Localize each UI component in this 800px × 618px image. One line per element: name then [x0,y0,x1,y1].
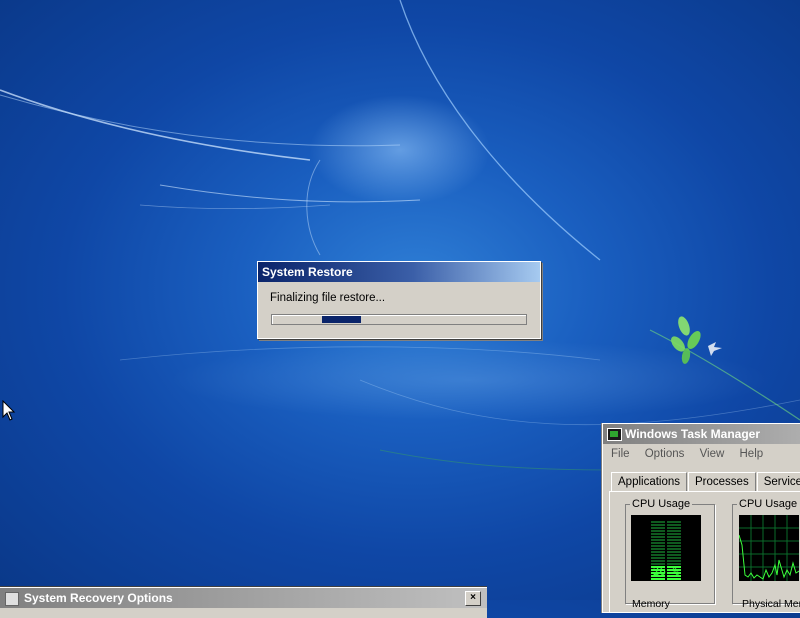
cpu-usage-value: 26 % [652,565,680,578]
system-recovery-title: System Recovery Options [24,591,173,605]
cpu-meter-segment [651,551,665,553]
menu-help[interactable]: Help [740,448,764,460]
task-manager-window[interactable]: Windows Task Manager File Options View H… [602,423,800,613]
menu-file[interactable]: File [611,448,630,460]
cpu-meter-segment [667,557,681,559]
cpu-meter-segment [667,560,681,562]
cpu-meter-segment [667,539,681,541]
cpu-meter-segment [667,521,681,523]
task-manager-icon [607,428,622,441]
cpu-meter-segment [651,533,665,535]
cpu-meter-segment [651,542,665,544]
task-manager-title: Windows Task Manager [625,427,761,441]
cpu-meter-segment [651,524,665,526]
tab-processes[interactable]: Processes [688,472,756,491]
cpu-meter-segment [667,548,681,550]
cpu-history-graph [738,515,800,581]
cpu-meter-segment [651,536,665,538]
recovery-window-icon [5,592,19,606]
menu-options[interactable]: Options [645,448,685,460]
cpu-meter-segment [651,554,665,556]
cpu-meter-segment [667,527,681,529]
cpu-meter-segment [667,530,681,532]
cpu-meter-segment [651,527,665,529]
tab-applications[interactable]: Applications [611,472,688,491]
system-recovery-titlebar[interactable]: System Recovery Options × [0,588,487,608]
tab-services[interactable]: Services [756,472,800,491]
system-recovery-options-window[interactable]: System Recovery Options × [0,587,487,618]
system-restore-progress-bar [271,314,527,325]
cpu-meter-segment [651,539,665,541]
cpu-meter-segment [651,560,665,562]
task-manager-menubar: File Options View Help [603,444,800,464]
cpu-meter-segment [667,533,681,535]
cpu-usage-group: CPU Usage 26 % [625,498,715,604]
system-restore-title: System Restore [258,262,540,282]
cpu-history-chart [738,515,800,581]
cpu-meter-segment [651,545,665,547]
cpu-meter-segment [667,542,681,544]
mouse-cursor-icon [2,400,16,421]
cpu-meter-segment [651,521,665,523]
task-manager-tabs: Applications Processes Services [611,472,800,492]
close-icon[interactable]: × [465,591,481,606]
cpu-history-label: CPU Usage H [737,498,800,510]
system-restore-dialog: System Restore Finalizing file restore..… [257,261,541,339]
cpu-meter-segment [651,548,665,550]
cpu-meter-segment [667,545,681,547]
cpu-usage-meter: 26 % [631,515,701,586]
cpu-meter-segment [667,554,681,556]
cpu-usage-label: CPU Usage [630,498,693,510]
system-restore-message: Finalizing file restore... [270,292,386,304]
cpu-meter-segment [667,536,681,538]
cpu-history-group: CPU Usage H [732,498,800,604]
cpu-meter-segment [651,578,665,580]
cpu-meter-segment [651,530,665,532]
cpu-meter-segment [667,524,681,526]
task-manager-titlebar[interactable]: Windows Task Manager [603,424,800,444]
progress-indicator [322,316,361,323]
cpu-meter-segment [667,578,681,580]
cpu-meter-segment [651,557,665,559]
menu-view[interactable]: View [700,448,725,460]
cpu-meter-segment [667,551,681,553]
performance-panel: CPU Usage 26 % CPU Usage H [609,491,800,612]
